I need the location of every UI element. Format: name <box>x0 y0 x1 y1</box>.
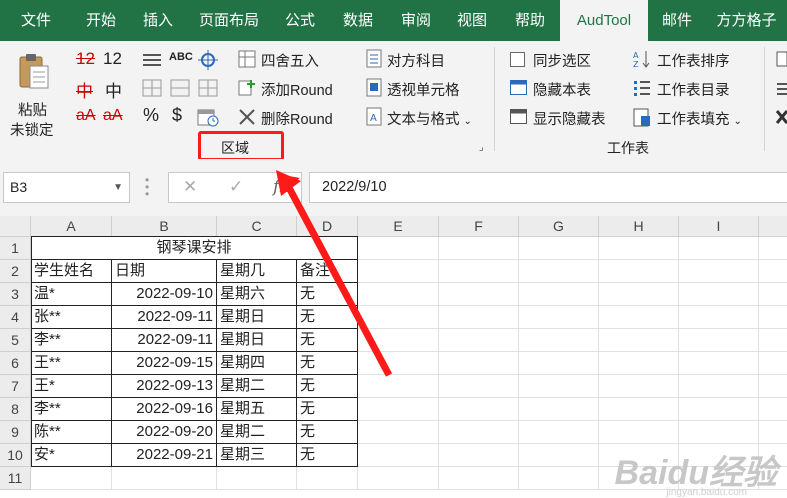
ribbon-tab-bar: 文件 开始 插入 页面布局 公式 数据 审阅 视图 帮助 AudTool 邮件 … <box>0 0 787 41</box>
sheet-fill-button[interactable]: 工作表填充 ⌄ <box>657 108 742 129</box>
num-strike-button[interactable]: 12 <box>76 49 95 69</box>
tab-help[interactable]: 帮助 <box>500 0 560 41</box>
perspective-cell-button[interactable]: 透视单元格 <box>387 79 460 100</box>
formula-buttons: ✕ ✓ fx <box>168 172 302 203</box>
delete-round-button[interactable]: 删除Round <box>261 108 333 129</box>
chevron-down-icon: ⌄ <box>463 116 472 127</box>
delete-x-icon <box>239 109 255 125</box>
tab-view[interactable]: 视图 <box>444 0 500 41</box>
sort-icon: AZ <box>633 51 650 69</box>
mix-strike-button[interactable]: aA <box>76 107 96 125</box>
sync-select-checkbox[interactable] <box>510 52 525 67</box>
hide-sheet-icon <box>510 80 527 95</box>
chevron-down-icon[interactable]: ▼ <box>113 173 123 202</box>
tab-formulas[interactable]: 公式 <box>272 0 328 41</box>
crosshair-icon[interactable] <box>198 50 218 70</box>
drag-handle-icon[interactable]: • • • <box>145 174 149 200</box>
calendar-clock-icon[interactable] <box>197 107 219 127</box>
abc-button[interactable]: ABC <box>169 51 193 63</box>
grid-cells-icon[interactable] <box>142 79 162 97</box>
grid-merge-icon[interactable] <box>170 79 190 97</box>
percent-button[interactable]: % <box>143 105 159 126</box>
tab-page-layout[interactable]: 页面布局 <box>186 0 272 41</box>
tab-insert[interactable]: 插入 <box>130 0 186 41</box>
unlocked-label: 未锁定 <box>10 123 54 139</box>
clipboard-icon <box>19 54 49 89</box>
name-box-value: B3 <box>10 179 28 195</box>
svg-text:A: A <box>633 51 639 60</box>
num-normal-button[interactable]: 12 <box>103 49 122 69</box>
formula-input[interactable]: 2022/9/10 <box>309 172 787 203</box>
partial-x-icon[interactable] <box>776 109 787 125</box>
sheet-fill-label: 工作表填充 <box>657 112 730 128</box>
text-format-button[interactable]: 文本与格式 ⌄ <box>387 108 472 129</box>
formula-bar: B3 ▼ • • • ✕ ✓ fx 2022/9/10 <box>0 159 787 216</box>
chevron-down-icon: ⌄ <box>733 116 742 127</box>
confirm-icon[interactable]: ✓ <box>229 177 243 197</box>
text-format-icon: A <box>366 107 382 126</box>
fill-sheet-icon <box>633 108 650 127</box>
tab-audtool[interactable]: AudTool <box>560 0 648 41</box>
mix-case-button[interactable]: aA <box>103 107 123 125</box>
svg-text:A: A <box>370 113 377 124</box>
tab-file[interactable]: 文件 <box>0 0 72 41</box>
grid-split-icon[interactable] <box>198 79 218 97</box>
watermark-url: jingyan.baidu.com <box>666 487 747 498</box>
show-hidden-button[interactable]: 显示隐藏表 <box>533 108 606 129</box>
group-separator <box>494 47 495 151</box>
name-box[interactable]: B3 ▼ <box>3 172 130 203</box>
tab-review[interactable]: 审阅 <box>388 0 444 41</box>
align-lines-icon[interactable] <box>142 52 162 68</box>
tab-home[interactable]: 开始 <box>72 0 130 41</box>
highlight-box <box>198 131 284 161</box>
tab-data[interactable]: 数据 <box>328 0 388 41</box>
show-hidden-icon <box>510 109 527 124</box>
paste-label: 粘贴 <box>18 103 47 119</box>
round-four-five-button[interactable]: 四舍五入 <box>261 50 319 71</box>
round-table-icon <box>238 50 256 68</box>
cancel-icon[interactable]: ✕ <box>183 177 197 197</box>
toc-list-icon <box>634 81 650 96</box>
paste-unlocked-button[interactable]: 粘贴 未锁定 <box>6 49 62 139</box>
cn-normal-button[interactable]: 中 <box>105 77 122 102</box>
tab-fangfang[interactable]: 方方格子 <box>706 0 787 41</box>
tab-mail[interactable]: 邮件 <box>648 0 706 41</box>
sync-select-label: 同步选区 <box>533 54 591 70</box>
partial-list-icon[interactable] <box>776 80 787 96</box>
sheet-toc-button[interactable]: 工作表目录 <box>657 79 730 100</box>
text-format-label: 文本与格式 <box>387 112 460 128</box>
add-round-icon <box>238 80 255 96</box>
fx-icon[interactable]: fx <box>273 177 289 197</box>
perspective-icon <box>366 78 382 97</box>
subject-doc-icon <box>366 49 382 68</box>
worksheet-grid[interactable]: A B C D E F G H I 1 钢琴课安排 2 学生姓名 日期 星期几 备注 3 温* 2… <box>0 216 787 498</box>
cn-strike-button[interactable]: 中 <box>76 77 93 102</box>
hide-sheet-button[interactable]: 隐藏本表 <box>533 79 591 100</box>
dialog-launcher-icon[interactable]: ⌟ <box>479 142 484 153</box>
group-separator <box>764 47 765 151</box>
ribbon: 粘贴 未锁定 12 12 中 中 aA aA ABC % $ 四舍五入 添加Ro… <box>0 41 787 161</box>
sheet-sort-button[interactable]: 工作表排序 <box>657 50 730 71</box>
add-round-button[interactable]: 添加Round <box>261 79 333 100</box>
svg-text:Z: Z <box>633 60 639 69</box>
align-subject-button[interactable]: 对方科目 <box>387 50 445 71</box>
partial-doc-icon[interactable] <box>776 51 787 67</box>
sheet-group-label: 工作表 <box>607 140 649 156</box>
dollar-button[interactable]: $ <box>172 105 182 126</box>
